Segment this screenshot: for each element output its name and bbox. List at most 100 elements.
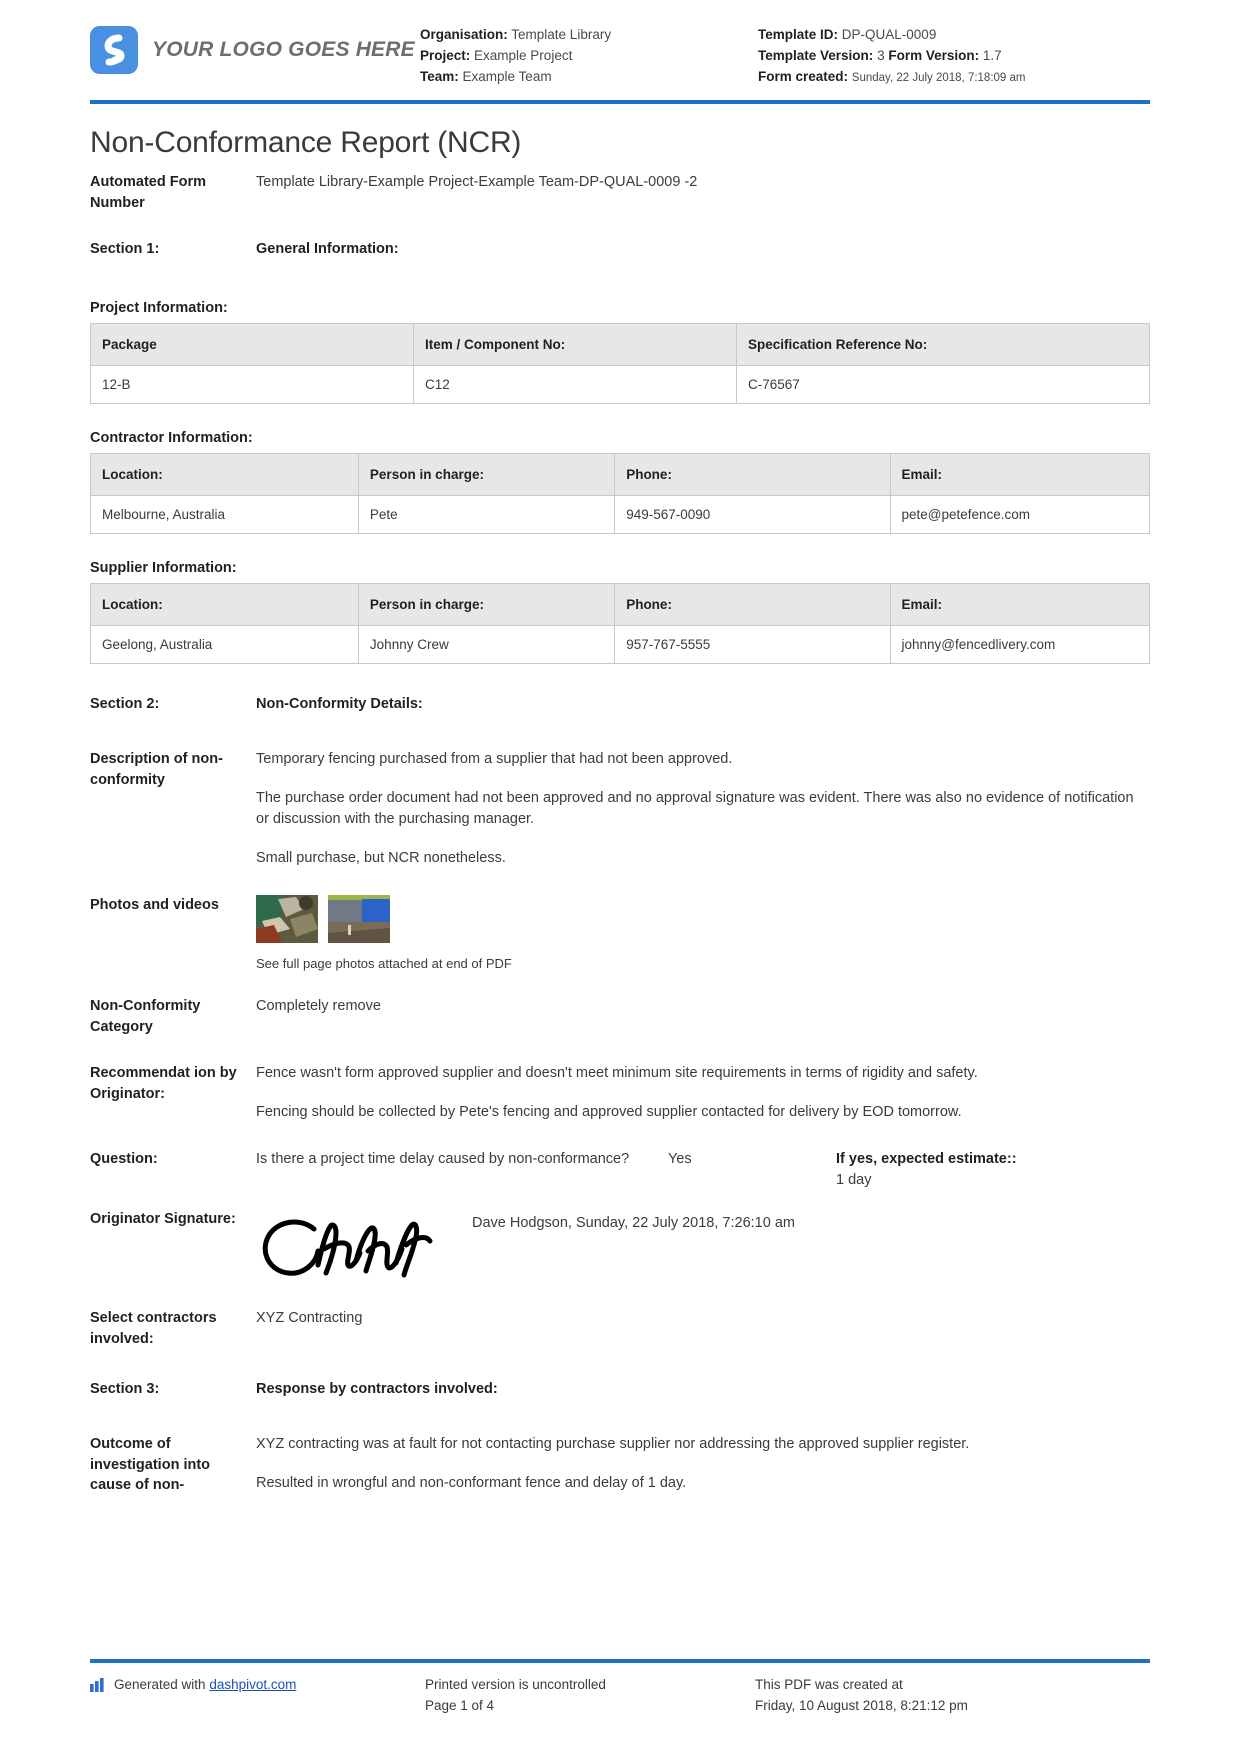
recommendation-label: Recommendat ion by Originator: [90,1065,237,1102]
contractors-label: Select contractors involved: [90,1310,217,1347]
description-paragraph: Small purchase, but NCR nonetheless. [256,850,506,866]
question-label: Question: [90,1151,158,1167]
cell-phone: 957-767-5555 [614,625,891,664]
cell-email: johnny@fencedlivery.com [889,625,1151,664]
section-2-label: Section 2: [90,696,160,712]
header-team-value: Example Team [462,69,552,84]
recommendation-row: Recommendat ion by Originator: Fence was… [90,1063,1150,1123]
photo-thumbnail[interactable] [256,895,318,943]
photos-row: Photos and videos See full page photos a… [90,895,1150,974]
section-2-row: Section 2: Non-Conformity Details: [90,694,1150,715]
cell-person-in-charge: Pete [357,495,616,534]
photos-caption: See full page photos attached at end of … [256,956,512,971]
cell-location: Geelong, Australia [90,625,359,664]
question-estimate: If yes, expected estimate:: 1 day [836,1149,1150,1191]
footer-created-line-1: This PDF was created at [755,1677,903,1692]
footer-generated-prefix: Generated with [114,1677,210,1692]
description-value: Temporary fencing purchased from a suppl… [256,749,1150,869]
contractor-information-subhead: Contractor Information: [90,430,253,446]
outcome-paragraph: Resulted in wrongful and non-conformant … [256,1475,687,1491]
section-3-row: Section 3: Response by contractors invol… [90,1379,1150,1400]
footer-divider [90,1659,1150,1663]
column-header-person-in-charge: Person in charge: [357,453,616,496]
column-header-email: Email: [889,453,1151,496]
column-header-email: Email: [889,583,1151,626]
header-meta-right: Template ID: DP-QUAL-0009 Template Versi… [758,22,1150,89]
column-header-location: Location: [90,453,359,496]
footer-printed-line-1: Printed version is uncontrolled [425,1677,606,1692]
footer-created-timestamp: Friday, 10 August 2018, 8:21:12 pm [755,1698,968,1713]
description-row: Description of non-conformity Temporary … [90,749,1150,869]
header-organisation-value: Template Library [511,27,612,42]
header-template-version-value: 3 [877,48,885,63]
header-template-version-label: Template Version: [758,48,874,63]
photos-value: See full page photos attached at end of … [256,895,1150,974]
cell-item-component-no: C12 [412,365,737,404]
header-organisation-label: Organisation: [420,27,508,42]
bar-chart-icon [90,1677,107,1698]
header-team-label: Team: [420,69,459,84]
outcome-value: XYZ contracting was at fault for not con… [256,1434,1150,1494]
footer-printed: Printed version is uncontrolled Page 1 o… [425,1674,755,1716]
logo-text: YOUR LOGO GOES HERE [152,38,415,61]
section-1-heading: General Information: [256,241,399,257]
outcome-paragraph: XYZ contracting was at fault for not con… [256,1436,970,1452]
document-page: YOUR LOGO GOES HERE Organisation: Templa… [0,0,1240,1754]
header-form-version-label: Form Version: [888,48,980,63]
table-header-row: Location: Person in charge: Phone: Email… [90,453,1151,496]
category-label: Non-Conformity Category [90,998,201,1035]
header-team: Team: Example Team [420,66,758,87]
table-row: 12-B C12 C-76567 [90,365,1151,404]
category-row: Non-Conformity Category Completely remov… [90,996,1150,1037]
outcome-label: Outcome of investigation into cause of n… [90,1436,211,1493]
signature-meta: Dave Hodgson, Sunday, 22 July 2018, 7:26… [472,1215,795,1231]
recommendation-paragraph: Fence wasn't form approved supplier and … [256,1065,978,1081]
cell-phone: 949-567-0090 [614,495,891,534]
column-header-specification-reference-no: Specification Reference No: [735,323,1151,366]
contractor-information-table: Location: Person in charge: Phone: Email… [90,453,1151,534]
signature-image [256,1209,472,1294]
footer-generated: Generated with dashpivot.com [90,1674,425,1716]
category-value: Completely remove [256,998,381,1014]
footer-page-number: Page 1 of 4 [425,1698,495,1713]
company-logo-icon [90,26,138,74]
cell-specification-reference-no: C-76567 [735,365,1151,404]
header-form-created-label: Form created: [758,69,849,84]
header-form-version-value: 1.7 [982,48,1002,63]
automated-form-number-row: Automated Form Number Template Library-E… [90,172,1150,213]
cell-email: pete@petefence.com [889,495,1151,534]
recommendation-paragraph: Fencing should be collected by Pete's fe… [256,1104,962,1120]
section-3-heading: Response by contractors involved: [256,1381,498,1397]
column-header-package: Package [90,323,414,366]
header-project: Project: Example Project [420,45,758,66]
photo-strip [256,895,1150,943]
question-estimate-label: If yes, expected estimate:: [836,1151,1017,1167]
question-answer: Yes [668,1151,692,1167]
photos-label: Photos and videos [90,897,219,913]
column-header-item-component-no: Item / Component No: [412,323,737,366]
table-row: Geelong, Australia Johnny Crew 957-767-5… [90,625,1151,664]
signature-row: Originator Signature: Dave Hodgson, Sund… [90,1209,1150,1294]
description-paragraph: Temporary fencing purchased from a suppl… [256,751,733,767]
column-header-location: Location: [90,583,359,626]
column-header-phone: Phone: [614,453,891,496]
recommendation-value: Fence wasn't form approved supplier and … [256,1063,1150,1123]
column-header-person-in-charge: Person in charge: [357,583,616,626]
logo-block: YOUR LOGO GOES HERE [90,22,420,74]
section-1-label: Section 1: [90,241,160,257]
header-meta-left: Organisation: Template Library Project: … [420,22,758,87]
header-project-value: Example Project [474,48,573,63]
dashpivot-link[interactable]: dashpivot.com [209,1677,296,1692]
section-3-label: Section 3: [90,1381,160,1397]
cell-package: 12-B [90,365,414,404]
signature-value: Dave Hodgson, Sunday, 22 July 2018, 7:26… [256,1209,1150,1294]
description-paragraph: The purchase order document had not been… [256,790,1134,827]
project-information-table: Package Item / Component No: Specificati… [90,323,1151,404]
table-row: Melbourne, Australia Pete 949-567-0090 p… [90,495,1151,534]
section-2-heading: Non-Conformity Details: [256,696,423,712]
cell-person-in-charge: Johnny Crew [357,625,616,664]
table-header-row: Location: Person in charge: Phone: Email… [90,583,1151,626]
photo-thumbnail[interactable] [328,895,390,943]
document-footer: Generated with dashpivot.com Printed ver… [90,1659,1150,1716]
contractors-row: Select contractors involved: XYZ Contrac… [90,1308,1150,1349]
